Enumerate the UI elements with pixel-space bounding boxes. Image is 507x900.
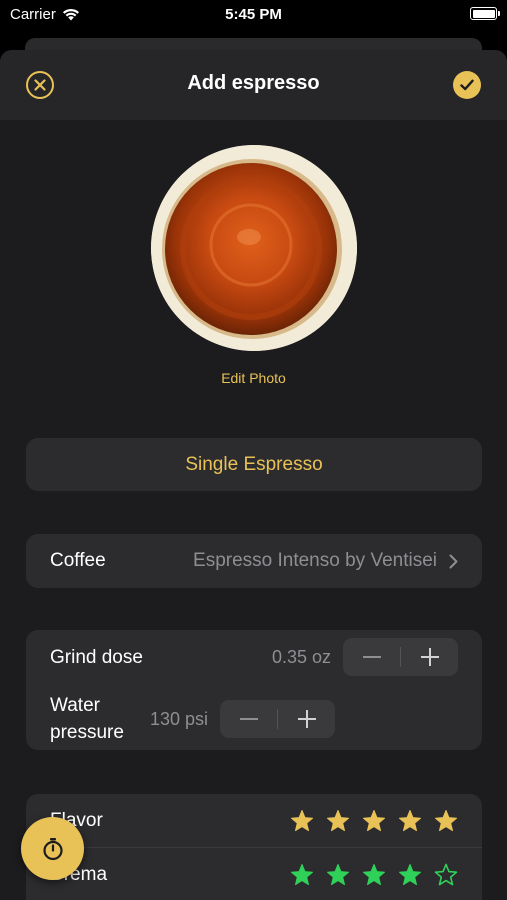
star-empty-icon[interactable] (434, 863, 458, 887)
grind-dose-stepper (343, 638, 458, 676)
water-pressure-value: 130 psi (150, 708, 209, 729)
checkmark-icon (460, 79, 474, 91)
water-pressure-increment[interactable] (278, 700, 335, 738)
water-pressure-stepper (220, 700, 336, 738)
star-filled-icon[interactable] (290, 809, 314, 833)
star-filled-icon[interactable] (290, 863, 314, 887)
water-pressure-label: Water pressure (50, 695, 124, 743)
status-time: 5:45 PM (225, 6, 282, 23)
minus-icon (239, 718, 258, 720)
page-title: Add espresso (187, 72, 320, 94)
add-espresso-sheet: Add espresso Edit Photo Single Espresso … (0, 50, 507, 900)
status-bar: Carrier 5:45 PM (0, 0, 507, 30)
coffee-row[interactable]: Coffee Espresso Intenso by Ventisei (26, 534, 482, 588)
star-filled-icon[interactable] (326, 809, 350, 833)
star-filled-icon[interactable] (362, 809, 386, 833)
water-pressure-row: Water pressure 130 psi (50, 692, 458, 746)
timer-button[interactable] (21, 817, 84, 880)
grind-dose-increment[interactable] (401, 638, 458, 676)
plus-icon (420, 648, 439, 666)
star-filled-icon[interactable] (398, 863, 422, 887)
espresso-photo[interactable] (151, 145, 357, 351)
grind-dose-row: Grind dose 0.35 oz (50, 638, 458, 676)
flavor-stars (290, 809, 458, 833)
chevron-right-icon (449, 554, 458, 568)
grind-dose-decrement[interactable] (343, 638, 400, 676)
star-filled-icon[interactable] (434, 809, 458, 833)
single-espresso-button[interactable]: Single Espresso (26, 438, 482, 491)
plus-icon (297, 710, 316, 728)
crema-rating-row: Crema (50, 848, 458, 900)
confirm-button[interactable] (453, 71, 481, 99)
grind-dose-value: 0.35 oz (271, 646, 331, 667)
brew-settings-group: Grind dose 0.35 oz Water pressure 130 ps… (26, 630, 482, 750)
star-filled-icon[interactable] (326, 863, 350, 887)
minus-icon (362, 656, 381, 658)
crema-label: Crema (50, 864, 108, 885)
flavor-label: Flavor (50, 810, 103, 831)
crema-stars (290, 863, 458, 887)
stopwatch-icon (42, 837, 63, 860)
espresso-cup-image (151, 145, 357, 351)
star-filled-icon[interactable] (362, 863, 386, 887)
flavor-rating-row: Flavor (50, 794, 458, 848)
nav-bar: Add espresso (0, 50, 507, 120)
star-filled-icon[interactable] (398, 809, 422, 833)
coffee-label: Coffee (50, 550, 106, 571)
battery-icon (470, 7, 500, 20)
edit-photo-button[interactable]: Edit Photo (0, 370, 507, 386)
grind-dose-label: Grind dose (50, 646, 143, 668)
coffee-value: Espresso Intenso by Ventisei (193, 550, 437, 571)
ratings-group: Flavor Crema (26, 794, 482, 900)
single-espresso-label: Single Espresso (185, 453, 323, 475)
water-pressure-decrement[interactable] (220, 700, 277, 738)
